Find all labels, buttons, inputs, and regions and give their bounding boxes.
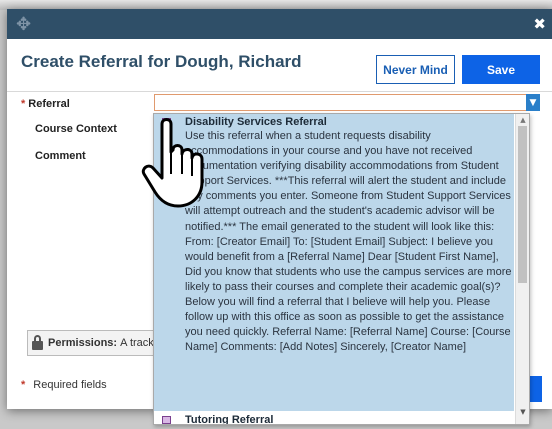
referral-label: * Referral: [21, 98, 70, 110]
required-fields-note: * Required fields: [21, 379, 107, 391]
scroll-down-icon[interactable]: ▼: [516, 408, 529, 418]
course-context-label: Course Context: [35, 123, 117, 135]
scroll-up-icon[interactable]: ▲: [516, 116, 529, 126]
referral-select[interactable]: [154, 94, 527, 111]
scroll-thumb[interactable]: [518, 126, 527, 283]
dialog-titlebar[interactable]: ✥ ✖: [7, 9, 552, 39]
comment-label: Comment: [35, 150, 86, 162]
permissions-text: A tracki: [120, 337, 157, 349]
permissions-label: Permissions:: [48, 337, 118, 349]
option-description: Use this referral when a student request…: [185, 130, 512, 354]
lock-icon: [32, 334, 43, 350]
chevron-down-icon[interactable]: ▼: [526, 94, 540, 111]
move-icon[interactable]: ✥: [16, 14, 31, 35]
save-button[interactable]: Save: [462, 55, 540, 84]
option-title[interactable]: Tutoring Referral: [185, 414, 273, 424]
close-icon[interactable]: ✖: [533, 15, 546, 33]
hand-cursor-icon: [141, 118, 204, 208]
dialog-header: Create Referral for Dough, Richard Never…: [7, 39, 552, 92]
referral-label-text: Referral: [28, 98, 70, 110]
dropdown-scrollbar[interactable]: ▲ ▼: [515, 114, 529, 424]
referral-type-icon: [162, 416, 171, 424]
permissions-box[interactable]: Permissions: A tracki: [27, 330, 167, 356]
required-marker: *: [21, 98, 26, 110]
never-mind-button[interactable]: Never Mind: [376, 55, 455, 84]
required-marker: *: [21, 379, 26, 391]
required-fields-text: Required fields: [33, 379, 107, 391]
dialog-title: Create Referral for Dough, Richard: [21, 52, 302, 71]
